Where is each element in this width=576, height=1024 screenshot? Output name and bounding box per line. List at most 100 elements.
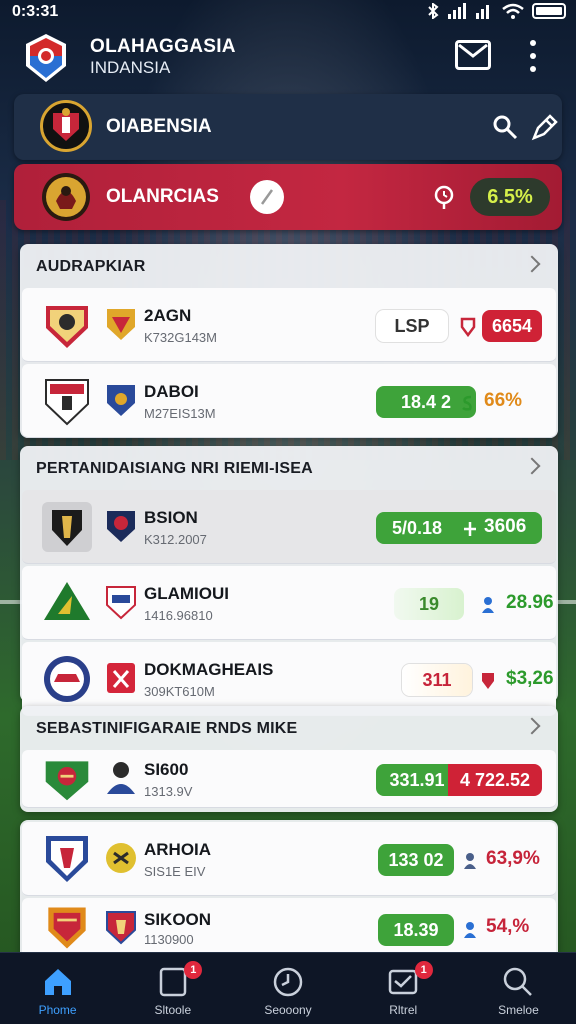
toggle-button[interactable] (250, 180, 284, 214)
shield-icon (482, 673, 494, 689)
section-title: SEBASTINIFIGARAIE RNDS MIKE (36, 720, 298, 737)
odds-right[interactable]: 54,% (486, 916, 529, 938)
home-icon (44, 969, 71, 995)
odds-left[interactable]: 331.91 (376, 764, 458, 796)
nav-item-schedule[interactable]: 1 Sltoole (115, 953, 230, 1024)
kebab-dot (530, 53, 536, 59)
status-bar: 0:3:31 (0, 0, 576, 24)
away-crest-icon (106, 586, 136, 620)
notification-badge: 1 (414, 961, 433, 979)
home-crest-icon (44, 656, 90, 702)
odds-left[interactable]: 311 (402, 664, 472, 696)
chevron-right-icon[interactable] (523, 457, 541, 475)
away-crest-icon (107, 663, 135, 693)
odds-left[interactable]: 133 02 (378, 844, 454, 876)
home-crest-icon (42, 502, 92, 552)
match-row[interactable]: ARHOIA SIS1E EIV 133 02 63,9% (22, 822, 556, 896)
odds-left[interactable]: 18.39 (378, 914, 454, 946)
nav-item-search[interactable]: Smeloe (461, 953, 576, 1024)
match-name: BSION (144, 508, 198, 527)
match-meta: SIS1E EIV (144, 864, 206, 879)
section-header[interactable]: SEBASTINIFIGARAIE RNDS MIKE (20, 706, 558, 750)
mail-icon (458, 43, 488, 58)
edit-icon[interactable] (530, 114, 558, 142)
featured-label: OLANRCIAS (106, 186, 219, 207)
section-panel-2: PERTANIDAISIANG NRI RIEMI-ISEA BSION K31… (20, 446, 558, 716)
wifi-icon (502, 3, 524, 19)
featured-percentage: 6.5% (470, 178, 550, 216)
team-selector-label: OIABENSIA (106, 116, 212, 137)
kebab-dot (530, 66, 536, 72)
odds-left[interactable]: 19 (394, 588, 464, 620)
user-icon (464, 922, 476, 938)
app-title: OLAHAGGASIA (90, 36, 236, 57)
match-name: GLAMIOUI (144, 584, 229, 603)
app-subtitle: INDANSIA (90, 58, 171, 77)
more-menu-button[interactable] (526, 40, 540, 72)
match-meta: K732G143M (144, 330, 217, 345)
away-crest-icon (107, 385, 135, 416)
section-title: PERTANIDAISIANG NRI RIEMI-ISEA (36, 460, 313, 477)
match-row[interactable]: SI600 1313.9V 331.91 4 722.52 (22, 750, 556, 808)
featured-match-bar[interactable]: OLANRCIAS 6.5% (14, 164, 562, 230)
signal-2-icon (476, 5, 489, 19)
signal-icon (448, 3, 466, 19)
chevron-right-icon[interactable] (523, 717, 541, 735)
match-row[interactable]: SIKOON 1130900 18.39 54,% (22, 898, 556, 958)
match-meta: 309KT610M (144, 684, 215, 699)
search-icon[interactable] (492, 114, 518, 140)
kebab-dot (530, 40, 536, 46)
nav-label: Rltrel (389, 1003, 418, 1017)
nav-label: Phome (38, 1003, 77, 1017)
match-row[interactable]: DABOI M27EIS13M 18.4 2 66% (22, 364, 556, 438)
match-name: 2AGN (144, 306, 192, 325)
away-crest-icon (107, 309, 135, 340)
clock-icon (273, 967, 303, 997)
odds-right[interactable]: 6654 (482, 310, 542, 342)
nav-item-history[interactable]: Seooony (230, 953, 345, 1024)
odds-right[interactable]: 28.96 (506, 592, 554, 614)
notification-badge: 1 (184, 961, 203, 979)
match-row[interactable]: 2AGN K732G143M LSP 6654 (22, 288, 556, 362)
odds-right[interactable]: 63,9% (486, 848, 540, 870)
team-badge (40, 100, 92, 152)
match-row[interactable]: DOKMAGHEAIS 309KT610M 311 $3,26 (22, 642, 556, 716)
match-row[interactable]: BSION K312.2007 5/0.18 3606 (22, 490, 556, 564)
home-crest-icon (48, 907, 86, 949)
nav-item-home[interactable]: Phome (0, 953, 115, 1024)
home-crest-icon (44, 582, 90, 620)
section-title: AUDRAPKIAR (36, 258, 146, 275)
section-header[interactable]: PERTANIDAISIANG NRI RIEMI-ISEA (20, 446, 558, 490)
app-header: OLAHAGGASIA INDANSIA (0, 28, 576, 88)
shield-icon (460, 317, 476, 337)
odds-right[interactable]: $3,26 (506, 668, 554, 690)
mail-button[interactable] (455, 40, 491, 70)
match-meta: K312.2007 (144, 532, 207, 547)
away-crest-icon (106, 843, 136, 873)
app-logo (26, 34, 66, 82)
odds-right[interactable]: 3606 (484, 516, 526, 538)
odds-left[interactable]: LSP (376, 310, 448, 342)
bottom-navigation: Phome 1 Sltoole Seooony 1 Rltrel Smeloe (0, 952, 576, 1024)
match-row[interactable]: GLAMIOUI 1416.96810 19 28.96 (22, 566, 556, 640)
match-name: ARHOIA (144, 840, 212, 859)
team-crest-icon (53, 108, 79, 141)
section-panel-1: AUDRAPKIAR 2AGN K732G143M LSP 6654 DABOI… (20, 244, 558, 438)
match-meta: 1416.96810 (144, 608, 213, 623)
away-crest-icon (107, 511, 135, 542)
match-meta: 1130900 (144, 932, 194, 947)
nav-label: Sltoole (154, 1003, 192, 1017)
user-icon (482, 597, 494, 613)
home-crest-icon (45, 761, 89, 801)
team-selector-bar[interactable]: OIABENSIA (14, 94, 562, 160)
section-header[interactable]: AUDRAPKIAR (20, 244, 558, 288)
nav-label: Seooony (264, 1003, 312, 1017)
home-crest-icon (45, 379, 89, 426)
chevron-right-icon[interactable] (523, 255, 541, 273)
odds-right[interactable]: 66% (484, 390, 522, 412)
match-name: DABOI (144, 382, 199, 401)
match-meta: 1313.9V (144, 784, 193, 799)
status-icons (426, 3, 566, 19)
odds-right[interactable]: 4 722.52 (448, 764, 542, 796)
nav-item-inbox[interactable]: 1 Rltrel (346, 953, 461, 1024)
